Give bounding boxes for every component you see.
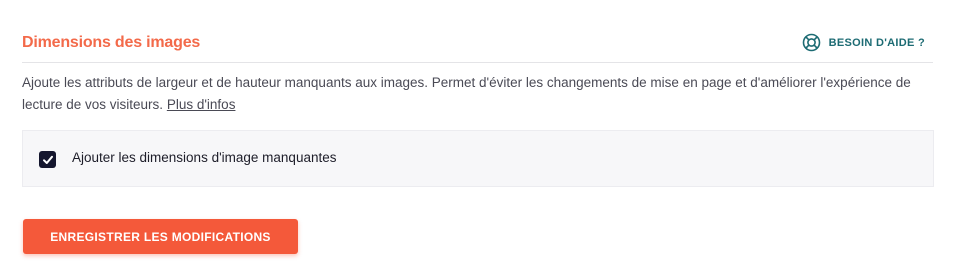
more-info-link[interactable]: Plus d'infos xyxy=(167,97,236,112)
option-label[interactable]: Ajouter les dimensions d'image manquante… xyxy=(72,150,336,165)
settings-panel: Dimensions des images BESOIN D'AIDE ? Aj… xyxy=(0,0,959,265)
missing-dimensions-checkbox[interactable] xyxy=(39,151,56,168)
section-description: Ajoute les attributs de largeur et de ha… xyxy=(22,72,922,116)
lifebuoy-icon xyxy=(802,33,821,52)
checkmark-icon xyxy=(42,155,53,164)
section-header: Dimensions des images BESOIN D'AIDE ? xyxy=(22,26,933,63)
description-text: Ajoute les attributs de largeur et de ha… xyxy=(22,75,911,112)
section-title: Dimensions des images xyxy=(22,34,201,51)
save-button[interactable]: ENREGISTRER LES MODIFICATIONS xyxy=(23,219,298,254)
help-link[interactable]: BESOIN D'AIDE ? xyxy=(802,33,925,52)
option-row: Ajouter les dimensions d'image manquante… xyxy=(22,130,934,187)
help-label: BESOIN D'AIDE ? xyxy=(828,36,925,49)
